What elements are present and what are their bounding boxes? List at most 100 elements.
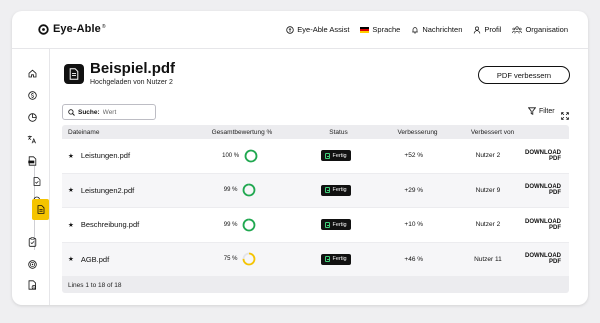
eye-able-logo-icon [38,23,49,35]
page-title: Beispiel.pdf [90,60,176,77]
user-icon [474,26,481,34]
header-name[interactable]: Dateiname [62,129,187,136]
file-name[interactable]: Leistungen.pdf [81,151,130,160]
header-score[interactable]: Gesamtbewertung % [187,129,297,136]
download-pdf-link[interactable]: DOWNLOAD PDF [525,184,569,196]
filter-button[interactable]: Filter [528,107,555,115]
sidebar-item-pdf[interactable] [26,155,38,167]
download-pdf-link[interactable]: DOWNLOAD PDF [525,253,569,265]
document-active-icon [37,205,44,214]
status-text: Fertig [332,152,347,159]
sidebar-item-reports[interactable] [26,279,38,291]
bell-icon [412,26,419,33]
nav-profile[interactable]: Profil [473,25,501,34]
sidebar-subitem-check[interactable] [31,175,43,187]
improvement-value: +10 % [404,221,424,229]
sidebar-item-billing[interactable] [26,89,38,101]
document-done-icon [324,221,330,228]
file-name[interactable]: Beschreibung.pdf [81,220,139,229]
clipboard-icon [28,237,36,247]
document-icon [69,68,79,80]
star-icon[interactable]: ★ [68,186,74,194]
score-ring [243,183,256,197]
sidebar-item-home[interactable] [26,67,38,79]
pdf-icon [27,156,36,166]
nav-assist-label: Eye-Able Assist [297,25,350,34]
document-done-icon [324,152,330,159]
improved-by: Nutzer 11 [474,255,502,263]
nav-organisation-label: Organisation [525,25,568,34]
nav-notifications-label: Nachrichten [422,25,463,34]
expand-icon [561,112,569,120]
score-percent: 99 % [223,221,238,228]
search-label: Suche: [78,108,100,116]
table-row[interactable]: ★ Beschreibung.pdf 99 % Fertig +10 % Nutz… [62,208,569,243]
filter-label: Filter [539,107,555,115]
score-ring [243,252,256,266]
sidebar-item-goals[interactable] [26,258,38,270]
files-table: Dateiname Gesamtbewertung % Status Verbe… [62,125,569,293]
top-bar: Eye-Able ® Eye-Able Assist Sprache Nachri… [12,11,588,49]
status-badge: Fertig [320,184,351,196]
header-improved-by[interactable]: Verbessert von [455,129,530,136]
nav-organisation[interactable]: Organisation [512,25,568,34]
sidebar-item-statistics[interactable] [26,111,38,123]
status-badge: Fertig [320,150,351,162]
star-icon[interactable]: ★ [68,221,74,229]
nav-assist[interactable]: Eye-Able Assist [286,25,349,34]
improved-by: Nutzer 2 [475,221,501,229]
nav-notifications[interactable]: Nachrichten [411,25,462,34]
filter-icon [528,107,536,115]
file-name[interactable]: AGB.pdf [81,255,109,264]
target-icon [27,259,37,269]
score-ring-fill [244,149,258,163]
table-row[interactable]: ★ Leistungen2.pdf 99 % Fertig +29 % Nutze… [62,173,569,208]
search-box: Suche: [62,104,156,120]
sidebar-item-translation[interactable] [26,133,38,145]
app-window: Eye-Able ® Eye-Able Assist Sprache Nachri… [12,11,588,305]
status-text: Fertig [332,256,347,263]
score-ring-fill [243,218,256,232]
sidebar-item-tasks[interactable] [26,236,38,248]
document-done-icon [324,256,330,263]
header-status[interactable]: Status [297,129,380,136]
sidebar [12,49,50,305]
search-icon [68,108,75,116]
star-icon[interactable]: ★ [68,152,74,160]
download-pdf-link[interactable]: DOWNLOAD PDF [525,150,569,162]
german-flag-icon [360,26,370,33]
score-ring-fill [243,183,256,197]
logo-text: Eye-Able [53,23,101,35]
table-row[interactable]: ★ Leistungen.pdf 100 % Fertig +52 % Nutze… [62,139,569,174]
improved-by: Nutzer 9 [475,186,501,194]
assist-icon [286,25,294,34]
nav-language[interactable]: Sprache [360,25,400,34]
download-pdf-link[interactable]: DOWNLOAD PDF [525,219,569,231]
improve-pdf-button[interactable]: PDF verbessern [478,66,570,84]
score-ring [243,218,256,232]
translate-icon [27,135,36,143]
sidebar-subitem-active[interactable] [32,199,49,220]
improvement-value: +52 % [404,152,424,160]
nav-language-label: Sprache [372,25,401,34]
report-icon [28,280,36,290]
improvement-value: +29 % [404,186,424,194]
status-text: Fertig [332,221,347,228]
expand-button[interactable] [561,107,569,125]
file-name[interactable]: Leistungen2.pdf [81,186,134,195]
search-input[interactable] [102,108,149,116]
table-footer: Lines 1 to 18 of 18 [62,277,569,293]
score-percent: 100 % [222,152,240,159]
coin-icon [27,90,37,100]
header-improvement[interactable]: Verbesserung [380,129,455,136]
nav-profile-label: Profil [484,25,502,34]
status-badge: Fertig [320,253,351,265]
main-content: Beispiel.pdf Hochgeladen von Nutzer 2 PD… [50,49,588,305]
improved-by: Nutzer 2 [475,152,501,160]
table-row[interactable]: ★ AGB.pdf 75 % Fertig +46 % Nutzer 11 DOW… [62,242,569,277]
organisation-icon [512,25,523,34]
file-doc-icon [64,64,84,84]
star-icon[interactable]: ★ [68,255,74,263]
logo[interactable]: Eye-Able ® [38,23,106,35]
top-nav: Eye-Able Assist Sprache Nachrichten Prof… [286,25,568,34]
